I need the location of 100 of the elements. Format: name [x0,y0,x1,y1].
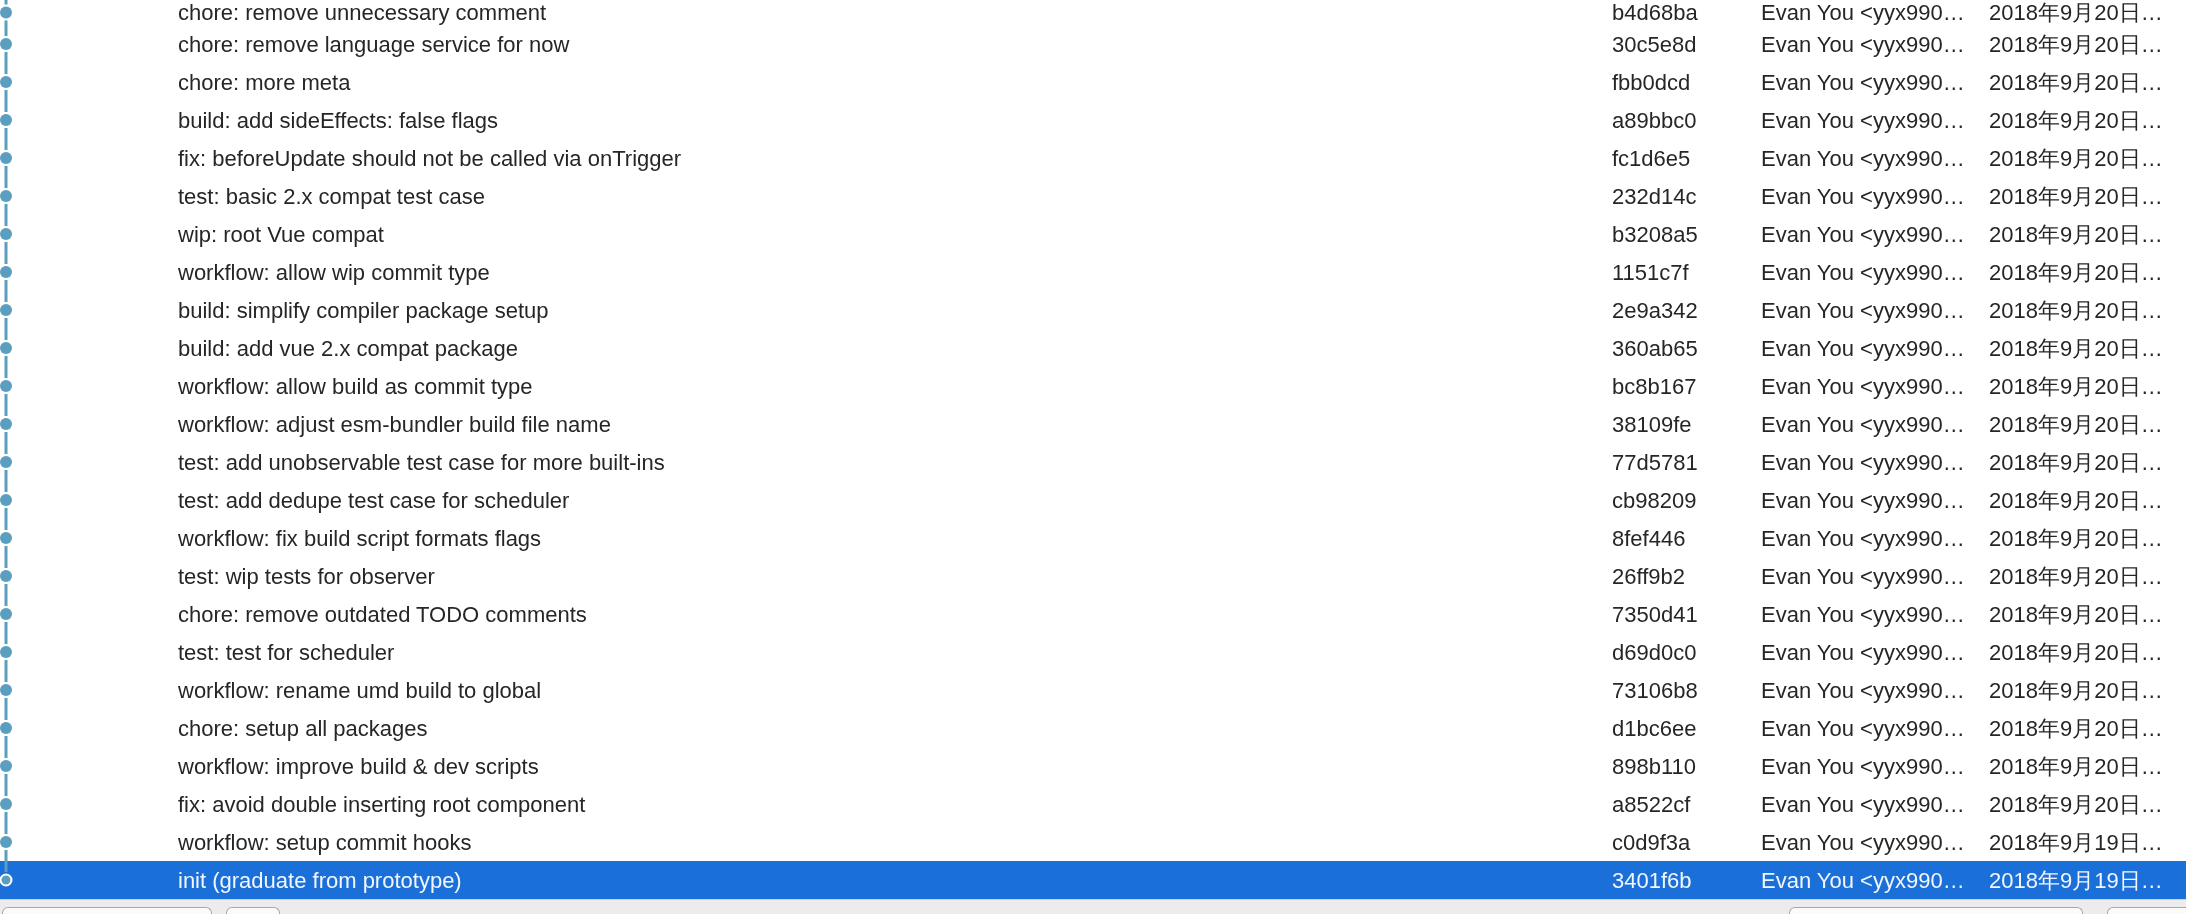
commit-message: workflow: fix build script formats flags [178,525,542,551]
toolbar-button[interactable] [1789,907,2083,914]
commit-hash: c0d9f3a [1612,829,1691,855]
commit-message: test: add dedupe test case for scheduler [178,487,570,513]
commit-message: workflow: allow wip commit type [178,259,490,285]
commit-message: chore: remove outdated TODO comments [178,601,587,627]
commit-date: 2018年9月20日… [1989,753,2163,779]
commit-hash: fbb0dcd [1612,69,1691,95]
commit-date: 2018年9月20日… [1989,0,2163,25]
commit-date: 2018年9月20日… [1989,791,2163,817]
commit-author: Evan You <yyx990… [1761,335,1965,361]
commit-node-icon [0,873,13,887]
commit-date: 2018年9月20日… [1989,639,2163,665]
commit-author: Evan You <yyx990… [1761,145,1965,171]
commit-date: 2018年9月20日… [1989,715,2163,741]
commit-date: 2018年9月20日… [1989,411,2163,437]
commit-node-icon [0,342,12,354]
commit-message: chore: remove unnecessary comment [178,0,547,25]
commit-node-icon [0,836,12,848]
commit-hash: 38109fe [1612,411,1692,437]
commit-hash: 360ab65 [1612,335,1698,361]
commit-date: 2018年9月20日… [1989,145,2163,171]
commit-node-icon [0,152,12,164]
commit-hash: fc1d6e5 [1612,145,1691,171]
commit-date: 2018年9月20日… [1989,677,2163,703]
commit-node-icon [0,114,12,126]
commit-message: workflow: improve build & dev scripts [178,753,539,779]
commit-author: Evan You <yyx990… [1761,259,1965,285]
commit-message: workflow: rename umd build to global [178,677,542,703]
commit-message: workflow: setup commit hooks [178,829,472,855]
commit-author: Evan You <yyx990… [1761,183,1965,209]
commit-hash: cb98209 [1612,487,1697,513]
commit-hash: 2e9a342 [1612,297,1698,323]
commit-node-icon [0,798,12,810]
commit-date: 2018年9月20日… [1989,31,2163,57]
commit-author: Evan You <yyx990… [1761,449,1965,475]
commit-node-icon [0,190,12,202]
commit-message: workflow: allow build as commit type [178,373,533,399]
toolbar-button[interactable] [2,907,212,914]
commit-author: Evan You <yyx990… [1761,829,1965,855]
commit-date: 2018年9月20日… [1989,221,2163,247]
commit-hash: 898b110 [1612,753,1696,779]
commit-hash: 1151c7f [1612,259,1689,285]
commit-author: Evan You <yyx990… [1761,487,1965,513]
commit-hash: 8fef446 [1612,525,1686,551]
commit-node-icon [0,76,12,88]
commit-node-icon [0,228,12,240]
commit-date: 2018年9月19日… [1989,867,2163,893]
commit-date: 2018年9月19日… [1989,829,2163,855]
commit-node-icon [0,494,12,506]
commit-node-icon [0,646,12,658]
commit-hash: a89bbc0 [1612,107,1697,133]
commit-node-icon [0,570,12,582]
commit-hash: 30c5e8d [1612,31,1697,57]
commit-author: Evan You <yyx990… [1761,639,1965,665]
commit-hash: d1bc6ee [1612,715,1697,741]
commit-message: init (graduate from prototype) [178,867,462,893]
commit-node-icon [0,608,12,620]
commit-author: Evan You <yyx990… [1761,0,1965,25]
commit-message: test: wip tests for observer [178,563,435,589]
commit-date: 2018年9月20日… [1989,525,2163,551]
commit-date: 2018年9月20日… [1989,107,2163,133]
commit-hash: 3401f6b [1612,867,1692,893]
commit-author: Evan You <yyx990… [1761,715,1965,741]
commit-author: Evan You <yyx990… [1761,677,1965,703]
commit-message: test: test for scheduler [178,639,395,665]
commit-hash: 77d5781 [1612,449,1698,475]
table-row[interactable]: init (graduate from prototype) 3401f6b Evan You <yyx990… 2018年9月19日… [0,861,2186,899]
commit-author: Evan You <yyx990… [1761,69,1965,95]
commit-message: build: add sideEffects: false flags [178,107,498,133]
commit-node-icon [0,6,12,19]
commit-message: workflow: adjust esm-bundler build file name [178,411,611,437]
commit-hash: d69d0c0 [1612,639,1697,665]
toolbar-button[interactable] [2107,907,2186,914]
commit-node-icon [0,38,12,50]
commit-message: test: basic 2.x compat test case [178,183,485,209]
commit-author: Evan You <yyx990… [1761,221,1965,247]
commit-node-icon [0,684,12,696]
commit-author: Evan You <yyx990… [1761,297,1965,323]
commit-node-icon [0,418,12,430]
commit-author: Evan You <yyx990… [1761,867,1965,893]
commit-message: chore: setup all packages [178,715,428,741]
commit-author: Evan You <yyx990… [1761,601,1965,627]
commit-hash: 7350d41 [1612,601,1698,627]
commit-hash: 26ff9b2 [1612,563,1685,589]
commit-date: 2018年9月20日… [1989,563,2163,589]
commit-message: fix: avoid double inserting root component [178,791,586,817]
commit-message: fix: beforeUpdate should not be called via onTrigger [178,145,682,171]
commit-author: Evan You <yyx990… [1761,525,1965,551]
commit-author: Evan You <yyx990… [1761,563,1965,589]
toolbar-button[interactable] [226,907,280,914]
commit-date: 2018年9月20日… [1989,183,2163,209]
commit-node-icon [0,456,12,468]
commit-message: wip: root Vue compat [178,221,384,247]
commit-date: 2018年9月20日… [1989,297,2163,323]
commit-message: build: simplify compiler package setup [178,297,549,323]
commit-node-icon [0,304,12,316]
commit-author: Evan You <yyx990… [1761,31,1965,57]
commit-author: Evan You <yyx990… [1761,107,1965,133]
commit-node-icon [0,532,12,544]
